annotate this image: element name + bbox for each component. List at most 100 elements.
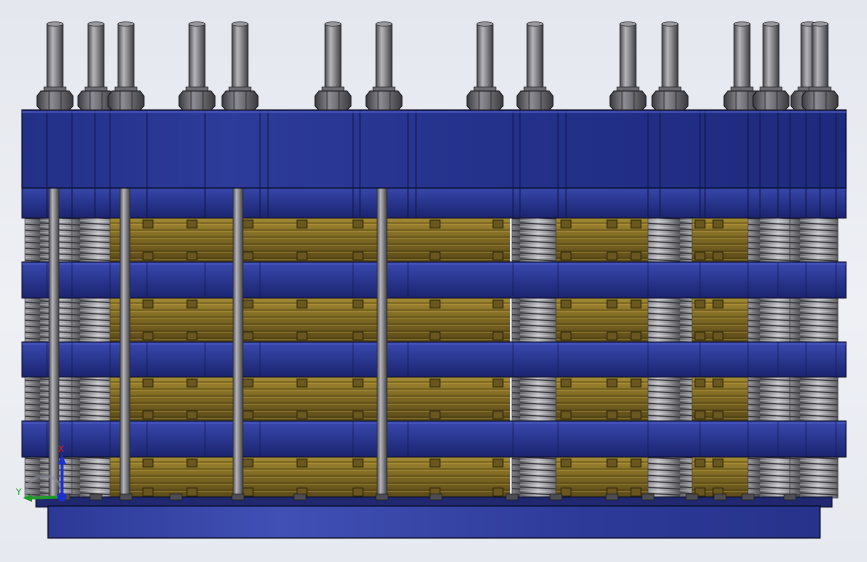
stud-end (661, 21, 679, 27)
coil-spring (647, 217, 693, 263)
coil-spring (24, 376, 73, 422)
stud-bolt (762, 23, 780, 93)
disc-fastener-icon (560, 219, 572, 229)
disc-fastener-icon (630, 487, 642, 497)
coil-spring (789, 297, 839, 343)
coil-spring (511, 456, 557, 499)
blue-plate (21, 420, 847, 458)
3d-cad-viewport[interactable]: X Y (0, 0, 867, 562)
disc-fastener-icon (352, 299, 364, 309)
base-fastener-icon (293, 493, 307, 501)
disc-fastener-icon (712, 331, 724, 341)
disc-fastener-icon (630, 251, 642, 261)
hex-nut-icon (221, 90, 259, 111)
stud-bolt (619, 23, 637, 93)
stud-end (811, 21, 829, 27)
stud-bolt (375, 23, 393, 93)
disc-fastener-icon (606, 299, 618, 309)
disc-fastener-icon (606, 458, 618, 468)
y-axis-label: Y (15, 488, 22, 498)
z-axis-arrowhead (58, 454, 66, 464)
disc-fastener-icon (606, 219, 618, 229)
disc-fastener-icon (242, 331, 254, 341)
hex-nut-icon (365, 90, 403, 111)
hex-nut-icon (801, 90, 839, 111)
stud-end (46, 21, 64, 27)
disc-fastener-icon (142, 219, 154, 229)
disc-fastener-icon (694, 219, 706, 229)
base-fastener-icon (783, 493, 797, 501)
disc-fastener-icon (694, 458, 706, 468)
disc-fastener-icon (296, 299, 308, 309)
disc-fastener-icon (630, 378, 642, 388)
coil-spring (511, 376, 557, 422)
stud-bolt (231, 23, 249, 93)
stud-end (619, 21, 637, 27)
y-axis-arrowhead (23, 494, 32, 502)
disc-fastener-icon (296, 251, 308, 261)
disc-fastener-icon (560, 458, 572, 468)
disc-fastener-icon (186, 219, 198, 229)
stud-bolt (476, 23, 494, 93)
disc-fastener-icon (560, 410, 572, 420)
disc-fastener-icon (429, 251, 441, 261)
coil-spring (747, 217, 791, 263)
coil-spring (511, 217, 557, 263)
stud-bolt (526, 23, 544, 93)
disc-fastener-icon (492, 219, 504, 229)
disc-fastener-icon (630, 299, 642, 309)
disc-fastener-icon (352, 251, 364, 261)
base-fastener-icon (741, 493, 755, 501)
stud-end (526, 21, 544, 27)
base-fastener-icon (375, 493, 389, 501)
stud-bolt (733, 23, 751, 93)
disc-fastener-icon (296, 410, 308, 420)
hex-nut-icon (609, 90, 647, 111)
base-fastener-icon (605, 493, 619, 501)
hex-nut-icon (651, 90, 689, 111)
stud-bolt (324, 23, 342, 93)
disc-fastener-icon (296, 331, 308, 341)
disc-fastener-icon (186, 251, 198, 261)
disc-fastener-icon (492, 251, 504, 261)
disc-fastener-icon (142, 331, 154, 341)
stud-bolt (188, 23, 206, 93)
base-fastener-icon (641, 493, 655, 501)
disc-fastener-icon (352, 410, 364, 420)
disc-fastener-icon (296, 378, 308, 388)
coil-spring (747, 376, 791, 422)
stud-end (87, 21, 105, 27)
coil-spring (647, 297, 693, 343)
disc-fastener-icon (142, 487, 154, 497)
disc-fastener-icon (352, 487, 364, 497)
disc-fastener-icon (429, 410, 441, 420)
disc-fastener-icon (492, 331, 504, 341)
blue-plate (21, 184, 847, 219)
disc-fastener-icon (186, 299, 198, 309)
coil-spring (511, 297, 557, 343)
stacked-plate-spring-assembly[interactable] (0, 0, 867, 562)
disc-fastener-icon (242, 378, 254, 388)
disc-fastener-icon (352, 219, 364, 229)
base-fastener-icon (685, 493, 699, 501)
hex-nut-icon (466, 90, 504, 111)
coil-spring (789, 376, 839, 422)
x-axis-dot (57, 492, 67, 502)
base-fastener-icon (549, 493, 563, 501)
disc-fastener-icon (242, 251, 254, 261)
base-fastener-icon (169, 493, 183, 501)
coil-spring (71, 217, 111, 263)
disc-fastener-icon (560, 299, 572, 309)
disc-fastener-icon (606, 331, 618, 341)
disc-fastener-icon (492, 458, 504, 468)
disc-fastener-icon (186, 487, 198, 497)
disc-fastener-icon (560, 378, 572, 388)
disc-fastener-icon (606, 251, 618, 261)
disc-fastener-icon (242, 458, 254, 468)
disc-fastener-icon (712, 458, 724, 468)
disc-fastener-icon (712, 378, 724, 388)
stud-end (476, 21, 494, 27)
disc-fastener-icon (296, 219, 308, 229)
disc-fastener-icon (142, 299, 154, 309)
base-plate (35, 493, 833, 539)
